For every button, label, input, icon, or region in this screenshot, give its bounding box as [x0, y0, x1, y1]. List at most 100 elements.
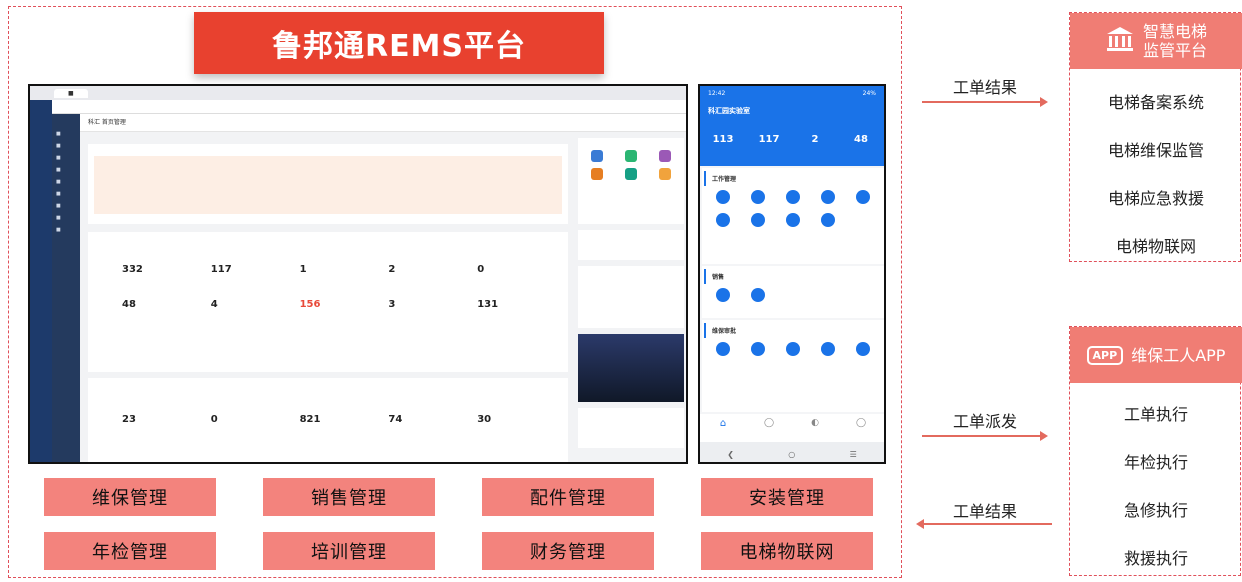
phone-section-title: 销售 [704, 269, 884, 284]
phone-function-icon[interactable] [810, 190, 845, 207]
phone-function-icon[interactable] [810, 213, 845, 230]
phone-stat: 117 [746, 134, 792, 145]
stat-cell: 3 [388, 299, 473, 332]
stat-value: 0 [477, 264, 485, 275]
video-thumbnail [578, 334, 684, 402]
phone-function-icon[interactable] [706, 213, 741, 230]
phone-stat: 48 [838, 134, 884, 145]
desktop-icon-sidebar [30, 100, 52, 462]
phone-function-icon[interactable] [706, 190, 741, 207]
stat-value: 2 [388, 264, 396, 275]
phone-function-icon[interactable] [776, 190, 811, 207]
notice-panel [88, 144, 568, 224]
phone-stat-value: 48 [854, 134, 868, 145]
stats-grid: 332 117 1 2 0 48 4 156 3 131 [94, 264, 562, 332]
nav-line: ■ [56, 179, 61, 185]
arrow-right-top [922, 97, 1048, 107]
stat-cell: 117 [211, 264, 296, 297]
back-icon[interactable]: ❮ [727, 450, 734, 459]
worker-app-item: 工单执行 [1123, 405, 1188, 424]
stats-grid-2: 23 0 821 74 30 [94, 414, 562, 447]
phone-function-icon[interactable] [741, 213, 776, 230]
stat-cell: 821 [300, 414, 385, 447]
worker-app-panel-header: APP 维保工人APP [1070, 327, 1242, 383]
phone-stat-value: 117 [758, 134, 780, 145]
phone-function-icon[interactable] [741, 342, 776, 359]
platform-title-banner: 鲁邦通REMS平台 [194, 12, 604, 74]
stat-value: 48 [122, 299, 136, 310]
menu-icon[interactable]: ☰ [850, 450, 857, 459]
arrow-right-dispatch [922, 431, 1048, 441]
module-elevator-iot: 电梯物联网 [701, 532, 873, 570]
home-icon[interactable]: ⌂ [700, 418, 746, 442]
news-box [578, 408, 684, 448]
supervision-item: 电梯物联网 [1115, 237, 1196, 256]
phone-status-time: 12:42 [708, 90, 726, 97]
phone-stat-value: 113 [712, 134, 734, 145]
stat-cell: 156 [300, 299, 385, 332]
phone-stat: 2 [792, 134, 838, 145]
desktop-nav-sidebar: ■ ■ ■ ■ ■ ■ ■ ■ ■ [52, 114, 80, 462]
phone-section-sales: 销售 [702, 266, 884, 318]
stat-value: 117 [210, 264, 232, 275]
stat-value: 3 [388, 299, 396, 310]
app-tile-icon [659, 150, 671, 162]
stat-cell: 4 [211, 299, 296, 332]
app-badge-icon: APP [1086, 345, 1124, 365]
module-sales: 销售管理 [263, 478, 435, 516]
home-button-icon[interactable]: ○ [788, 450, 795, 459]
worker-app-item: 救援执行 [1123, 549, 1188, 568]
desktop-header: 科汇 首页管理 [80, 114, 686, 132]
arrow-left-bottom [916, 519, 1052, 529]
browser-titlebar: ■ [30, 86, 686, 100]
supervision-title-line1: 智慧电梯 [1142, 22, 1207, 41]
phone-function-icon[interactable] [845, 190, 880, 207]
phone-function-icon[interactable] [845, 342, 880, 359]
phone-stat-value: 2 [811, 134, 819, 145]
phone-section-work: 工作管理 [702, 168, 884, 264]
profile-icon[interactable]: ◯ [838, 418, 884, 442]
stat-value: 74 [388, 414, 403, 425]
module-parts: 配件管理 [482, 478, 654, 516]
stat-cell: 74 [388, 414, 473, 447]
stat-value: 23 [122, 414, 136, 425]
phone-system-nav: ❮ ○ ☰ [700, 442, 884, 462]
supervision-item: 电梯备案系统 [1107, 93, 1204, 112]
phone-function-icon[interactable] [776, 342, 811, 359]
phone-icon-grid [702, 338, 884, 363]
phone-function-icon[interactable] [741, 190, 776, 207]
contact-box [578, 230, 684, 260]
nav-line: ■ [56, 131, 61, 137]
stat-cell: 1 [300, 264, 385, 297]
phone-function-icon[interactable] [810, 342, 845, 359]
stat-cell: 30 [477, 414, 562, 447]
stats-panel-2: 23 0 821 74 30 [88, 378, 568, 462]
user-icon[interactable]: ◯ [746, 418, 792, 442]
browser-tab: ■ [54, 88, 88, 98]
stat-value: 30 [477, 414, 492, 425]
stat-value: 332 [122, 264, 143, 275]
nav-line: ■ [56, 143, 61, 149]
phone-icon-grid [702, 284, 884, 309]
stat-value: 156 [299, 299, 321, 310]
phone-function-icon[interactable] [706, 342, 741, 359]
worker-app-title: 维保工人APP [1131, 345, 1226, 365]
stat-cell: 48 [122, 299, 207, 332]
stat-value: 1 [299, 264, 307, 275]
phone-function-icon[interactable] [741, 288, 776, 305]
phone-function-icon[interactable] [706, 288, 741, 305]
nav-line: ■ [56, 215, 61, 221]
stat-cell: 332 [122, 264, 207, 297]
stat-value: 131 [477, 299, 499, 310]
chart-icon[interactable]: ◐ [792, 418, 838, 442]
app-tile-icon [659, 168, 671, 180]
supervision-panel-header: 智慧电梯 监管平台 [1070, 13, 1242, 69]
stat-cell: 0 [211, 414, 296, 447]
desktop-right-panel [578, 138, 684, 462]
supervision-item: 电梯应急救援 [1107, 189, 1204, 208]
app-tile-icon [591, 168, 603, 180]
phone-function-icon[interactable] [776, 213, 811, 230]
module-maintenance: 维保管理 [44, 478, 216, 516]
phone-section-approval: 维保审批 [702, 320, 884, 412]
phone-section-title: 维保审批 [704, 323, 884, 338]
